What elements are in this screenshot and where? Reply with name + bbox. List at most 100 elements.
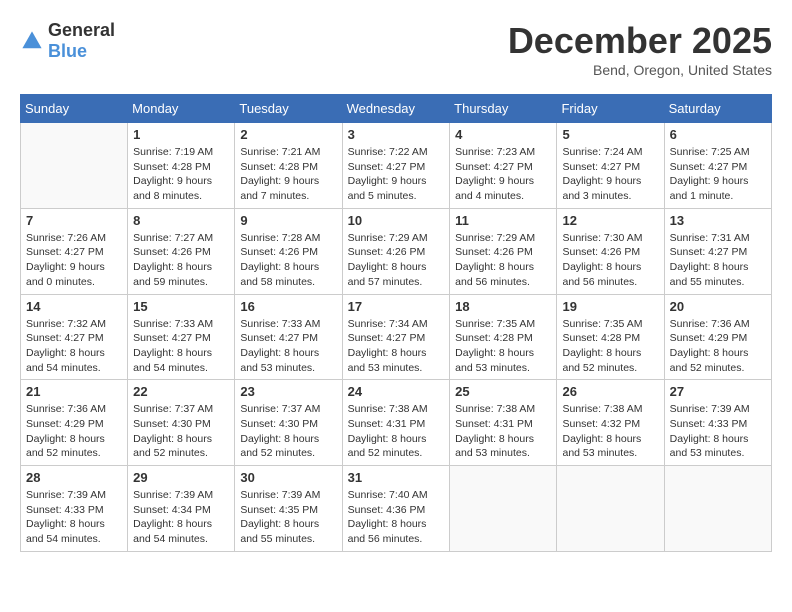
day-number: 24	[348, 384, 445, 399]
day-number: 16	[240, 299, 336, 314]
page-header: General Blue December 2025 Bend, Oregon,…	[20, 20, 772, 78]
day-info: Sunrise: 7:22 AMSunset: 4:27 PMDaylight:…	[348, 145, 445, 204]
col-header-sunday: Sunday	[21, 95, 128, 123]
calendar-cell: 2Sunrise: 7:21 AMSunset: 4:28 PMDaylight…	[235, 123, 342, 209]
col-header-wednesday: Wednesday	[342, 95, 450, 123]
calendar-cell: 30 Sunrise: 7:39 AMSunset: 4:35 PMDayligh…	[235, 466, 342, 552]
calendar-cell: 28 Sunrise: 7:39 AMSunset: 4:33 PMDayligh…	[21, 466, 128, 552]
day-info: Sunrise: 7:38 AMSunset: 4:31 PMDaylight:…	[455, 402, 551, 461]
day-info: Sunrise: 7:39 AMSunset: 4:35 PMDaylight:…	[240, 488, 336, 547]
day-number: 6	[670, 127, 766, 142]
location: Bend, Oregon, United States	[508, 62, 772, 78]
col-header-monday: Monday	[128, 95, 235, 123]
day-number: 15	[133, 299, 229, 314]
day-info: Sunrise: 7:24 AMSunset: 4:27 PMDaylight:…	[562, 145, 658, 204]
day-number: 3	[348, 127, 445, 142]
day-info: Sunrise: 7:34 AMSunset: 4:27 PMDaylight:…	[348, 317, 445, 376]
calendar-cell: 9Sunrise: 7:28 AMSunset: 4:26 PMDaylight…	[235, 208, 342, 294]
calendar-cell: 13 Sunrise: 7:31 AMSunset: 4:27 PMDayligh…	[664, 208, 771, 294]
calendar-cell: 3 Sunrise: 7:22 AMSunset: 4:27 PMDaylight…	[342, 123, 450, 209]
day-info: Sunrise: 7:30 AMSunset: 4:26 PMDaylight:…	[562, 231, 658, 290]
logo-text-blue: Blue	[48, 41, 87, 61]
day-number: 4	[455, 127, 551, 142]
day-number: 14	[26, 299, 122, 314]
day-info: Sunrise: 7:37 AMSunset: 4:30 PMDaylight:…	[133, 402, 229, 461]
day-info: Sunrise: 7:33 AMSunset: 4:27 PMDaylight:…	[133, 317, 229, 376]
day-number: 5	[562, 127, 658, 142]
day-info: Sunrise: 7:39 AMSunset: 4:34 PMDaylight:…	[133, 488, 229, 547]
calendar-cell: 31Sunrise: 7:40 AMSunset: 4:36 PMDayligh…	[342, 466, 450, 552]
calendar-cell: 27Sunrise: 7:39 AMSunset: 4:33 PMDayligh…	[664, 380, 771, 466]
day-info: Sunrise: 7:35 AMSunset: 4:28 PMDaylight:…	[562, 317, 658, 376]
day-info: Sunrise: 7:19 AMSunset: 4:28 PMDaylight:…	[133, 145, 229, 204]
calendar-cell: 7 Sunrise: 7:26 AMSunset: 4:27 PMDaylight…	[21, 208, 128, 294]
logo-icon	[20, 29, 44, 53]
calendar-cell: 25 Sunrise: 7:38 AMSunset: 4:31 PMDayligh…	[450, 380, 557, 466]
calendar-cell	[664, 466, 771, 552]
month-title: December 2025	[508, 20, 772, 62]
calendar-cell: 8 Sunrise: 7:27 AMSunset: 4:26 PMDaylight…	[128, 208, 235, 294]
day-info: Sunrise: 7:38 AMSunset: 4:32 PMDaylight:…	[562, 402, 658, 461]
day-info: Sunrise: 7:36 AMSunset: 4:29 PMDaylight:…	[670, 317, 766, 376]
calendar-cell: 4 Sunrise: 7:23 AMSunset: 4:27 PMDaylight…	[450, 123, 557, 209]
logo: General Blue	[20, 20, 115, 62]
calendar-cell: 15 Sunrise: 7:33 AMSunset: 4:27 PMDayligh…	[128, 294, 235, 380]
calendar-cell: 6 Sunrise: 7:25 AMSunset: 4:27 PMDaylight…	[664, 123, 771, 209]
day-info: Sunrise: 7:37 AMSunset: 4:30 PMDaylight:…	[240, 402, 336, 461]
day-number: 1	[133, 127, 229, 142]
calendar-cell: 12 Sunrise: 7:30 AMSunset: 4:26 PMDayligh…	[557, 208, 664, 294]
day-number: 31	[348, 470, 445, 485]
day-number: 29	[133, 470, 229, 485]
day-info: Sunrise: 7:33 AMSunset: 4:27 PMDaylight:…	[240, 317, 336, 376]
day-number: 30	[240, 470, 336, 485]
day-number: 20	[670, 299, 766, 314]
day-info: Sunrise: 7:26 AMSunset: 4:27 PMDaylight:…	[26, 231, 122, 290]
col-header-thursday: Thursday	[450, 95, 557, 123]
calendar-cell: 17 Sunrise: 7:34 AMSunset: 4:27 PMDayligh…	[342, 294, 450, 380]
day-info: Sunrise: 7:21 AMSunset: 4:28 PMDaylight:…	[240, 145, 336, 204]
col-header-tuesday: Tuesday	[235, 95, 342, 123]
calendar-cell: 14 Sunrise: 7:32 AMSunset: 4:27 PMDayligh…	[21, 294, 128, 380]
calendar-cell: 23 Sunrise: 7:37 AMSunset: 4:30 PMDayligh…	[235, 380, 342, 466]
logo-text-general: General	[48, 20, 115, 40]
calendar-cell: 5 Sunrise: 7:24 AMSunset: 4:27 PMDaylight…	[557, 123, 664, 209]
col-header-saturday: Saturday	[664, 95, 771, 123]
day-number: 11	[455, 213, 551, 228]
calendar-cell	[557, 466, 664, 552]
calendar-table: SundayMondayTuesdayWednesdayThursdayFrid…	[20, 94, 772, 552]
day-info: Sunrise: 7:39 AMSunset: 4:33 PMDaylight:…	[26, 488, 122, 547]
day-info: Sunrise: 7:23 AMSunset: 4:27 PMDaylight:…	[455, 145, 551, 204]
day-number: 28	[26, 470, 122, 485]
day-info: Sunrise: 7:27 AMSunset: 4:26 PMDaylight:…	[133, 231, 229, 290]
day-info: Sunrise: 7:28 AMSunset: 4:26 PMDaylight:…	[240, 231, 336, 290]
day-number: 13	[670, 213, 766, 228]
calendar-cell: 19 Sunrise: 7:35 AMSunset: 4:28 PMDayligh…	[557, 294, 664, 380]
day-number: 17	[348, 299, 445, 314]
day-number: 23	[240, 384, 336, 399]
day-number: 25	[455, 384, 551, 399]
day-number: 18	[455, 299, 551, 314]
day-info: Sunrise: 7:35 AMSunset: 4:28 PMDaylight:…	[455, 317, 551, 376]
day-info: Sunrise: 7:25 AMSunset: 4:27 PMDaylight:…	[670, 145, 766, 204]
calendar-cell: 18 Sunrise: 7:35 AMSunset: 4:28 PMDayligh…	[450, 294, 557, 380]
day-number: 19	[562, 299, 658, 314]
calendar-cell	[21, 123, 128, 209]
calendar-cell: 24Sunrise: 7:38 AMSunset: 4:31 PMDayligh…	[342, 380, 450, 466]
calendar-cell: 1 Sunrise: 7:19 AMSunset: 4:28 PMDaylight…	[128, 123, 235, 209]
calendar-cell	[450, 466, 557, 552]
day-number: 22	[133, 384, 229, 399]
calendar-cell: 26 Sunrise: 7:38 AMSunset: 4:32 PMDayligh…	[557, 380, 664, 466]
day-info: Sunrise: 7:32 AMSunset: 4:27 PMDaylight:…	[26, 317, 122, 376]
title-area: December 2025 Bend, Oregon, United State…	[508, 20, 772, 78]
day-number: 7	[26, 213, 122, 228]
day-info: Sunrise: 7:29 AMSunset: 4:26 PMDaylight:…	[455, 231, 551, 290]
day-number: 26	[562, 384, 658, 399]
day-number: 27	[670, 384, 766, 399]
calendar-cell: 16 Sunrise: 7:33 AMSunset: 4:27 PMDayligh…	[235, 294, 342, 380]
calendar-cell: 21Sunrise: 7:36 AMSunset: 4:29 PMDayligh…	[21, 380, 128, 466]
day-number: 12	[562, 213, 658, 228]
day-info: Sunrise: 7:31 AMSunset: 4:27 PMDaylight:…	[670, 231, 766, 290]
calendar-cell: 29 Sunrise: 7:39 AMSunset: 4:34 PMDayligh…	[128, 466, 235, 552]
calendar-cell: 22 Sunrise: 7:37 AMSunset: 4:30 PMDayligh…	[128, 380, 235, 466]
day-number: 8	[133, 213, 229, 228]
